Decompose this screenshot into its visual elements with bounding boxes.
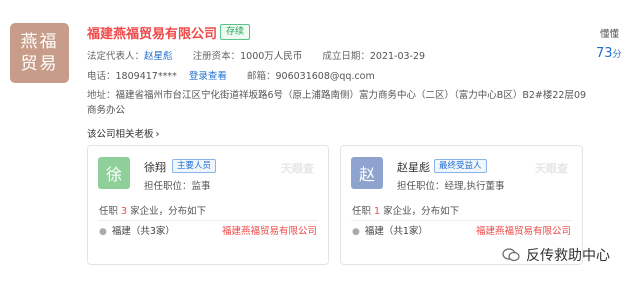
phone-value: 1809417**** (115, 71, 177, 82)
location-pin-icon: ● (99, 227, 107, 237)
role-key: 担任职位： (144, 181, 192, 192)
location-pin-icon: ● (352, 227, 360, 237)
legal-rep-link[interactable]: 赵星彪 (144, 51, 173, 62)
person-role: 担任职位：经理,执行董事 (397, 178, 505, 192)
company-name[interactable]: 福建燕福贸易有限公司 (87, 23, 217, 42)
divider (351, 220, 572, 221)
founded-value: 2021-03-29 (369, 51, 426, 62)
follow-label: 懂懂 (600, 29, 620, 40)
person-role: 担任职位：监事 (144, 178, 211, 192)
founded-key: 成立日期： (322, 51, 370, 62)
logo-text-line2: 贸易 (20, 54, 59, 74)
divider (98, 220, 318, 221)
tenure-summary: 任职 3 家企业，分布如下 (99, 203, 206, 217)
person-name[interactable]: 徐翔 (144, 159, 166, 175)
tenure-count: 1 (374, 206, 381, 217)
address-row: 地址：福建省福州市台江区宁化街道祥坂路6号（原上浦路南侧）富力商务中心（二区）（… (87, 88, 592, 118)
location-row: ● 福建（共3家） (99, 223, 175, 237)
avatar: 徐 (98, 157, 130, 189)
related-bosses-label: 该公司相关老板 (87, 129, 154, 140)
role-key: 担任职位： (397, 181, 445, 192)
tenure-suffix: 家企业，分布如下 (130, 206, 207, 217)
role-value: 监事 (191, 181, 211, 192)
score-number: 73 (596, 46, 613, 61)
location-text: 福建（共1家） (364, 226, 428, 237)
tenure-count: 3 (121, 206, 128, 217)
location-text: 福建（共3家） (111, 226, 175, 237)
related-bosses-link[interactable]: 该公司相关老板 › (87, 126, 160, 140)
person-card[interactable]: 徐 徐翔 主要人员 天眼查 担任职位：监事 任职 3 家企业，分布如下 ● 福建（… (87, 145, 329, 265)
capital-value: 1000万人民币 (240, 51, 303, 62)
tenure-suffix: 家企业，分布如下 (383, 206, 460, 217)
avatar: 赵 (351, 157, 383, 189)
legal-rep-key: 法定代表人： (87, 51, 145, 62)
status-badge: 存续 (220, 24, 251, 40)
contact-row: 电话：1809417**** 登录查看 邮箱：906031608@qq.com (87, 68, 375, 82)
score-value: 73分 (596, 46, 622, 61)
email-key: 邮箱： (246, 71, 276, 82)
company-link[interactable]: 福建燕福贸易有限公司 (476, 223, 571, 237)
role-value: 经理,执行董事 (444, 181, 505, 192)
email-value: 906031608@qq.com (275, 71, 375, 82)
address-key: 地址： (87, 90, 116, 101)
company-logo: 燕福 贸易 (10, 23, 69, 83)
capital-key: 注册资本： (192, 51, 241, 62)
person-name[interactable]: 赵星彪 (397, 159, 430, 175)
watermark-text: 天眼查 (535, 162, 568, 175)
registration-info-row: 法定代表人：赵星彪 注册资本：1000万人民币 成立日期：2021-03-29 (87, 48, 425, 62)
wechat-account-name: 反传救助中心 (526, 248, 610, 264)
score-unit: 分 (612, 50, 622, 60)
wechat-watermark: 反传救助中心 (502, 245, 610, 265)
watermark-text: 天眼查 (281, 162, 314, 175)
phone-key: 电话： (87, 71, 116, 82)
location-row: ● 福建（共1家） (352, 223, 428, 237)
login-to-view-link[interactable]: 登录查看 (189, 71, 227, 82)
person-tag: 主要人员 (172, 159, 217, 173)
tenure-prefix: 任职 (99, 206, 119, 217)
tenure-summary: 任职 1 家企业，分布如下 (352, 203, 459, 217)
person-tag: 最终受益人 (434, 159, 487, 173)
chevron-right-icon: › (155, 129, 160, 140)
address-value: 福建省福州市台江区宁化街道祥坂路6号（原上浦路南侧）富力商务中心（二区）（富力中… (87, 90, 587, 116)
wechat-icon (502, 248, 520, 262)
logo-text-line1: 燕福 (20, 32, 59, 52)
tenure-prefix: 任职 (352, 206, 372, 217)
company-link[interactable]: 福建燕福贸易有限公司 (222, 223, 317, 237)
